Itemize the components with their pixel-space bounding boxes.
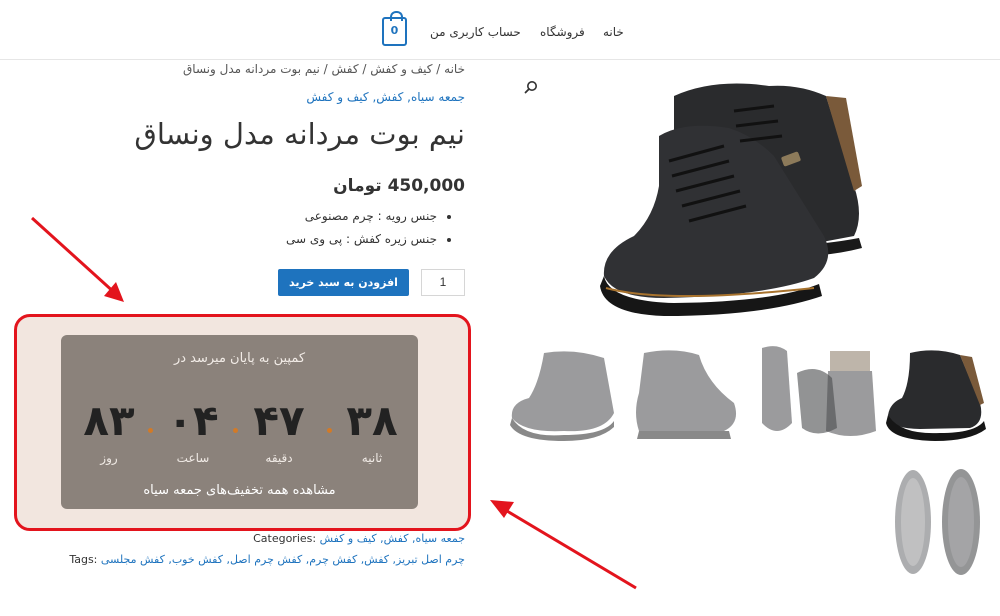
nav-shop[interactable]: فروشگاه	[540, 25, 585, 39]
categories-label: Categories:	[253, 532, 317, 545]
minutes-label: دقیقه	[265, 451, 293, 465]
countdown-days: ۸۳ روز	[71, 396, 147, 466]
add-to-cart-button[interactable]: افزودن به سبد خرید	[278, 269, 409, 296]
minutes-value: ۴۷	[253, 396, 305, 445]
separator-dot	[233, 428, 238, 433]
cart-count: 0	[390, 24, 399, 37]
gallery-thumbnail[interactable]	[504, 343, 618, 441]
tags-links[interactable]: چرم اصل تبریز, کفش, کفش چرم, کفش چرم اصل…	[97, 553, 465, 566]
site-header: خانه فروشگاه حساب کاربری من 0	[0, 0, 1000, 60]
nav-my-account[interactable]: حساب کاربری من	[430, 25, 521, 39]
gallery-thumbnail[interactable]	[629, 343, 743, 441]
category-links[interactable]: جمعه سیاه, کفش, کیف و کفش	[306, 90, 465, 104]
separator-dot	[327, 428, 332, 433]
cart-icon[interactable]: 0	[382, 11, 407, 46]
hours-label: ساعت	[176, 451, 210, 465]
product-price: 450,000 تومان	[333, 176, 465, 196]
days-label: روز	[100, 451, 118, 465]
product-title: نیم بوت مردانه مدل ونساق	[134, 117, 465, 151]
categories-links[interactable]: جمعه سیاه, کفش, کیف و کفش	[316, 532, 465, 545]
annotation-arrow	[30, 216, 124, 302]
nav-home[interactable]: خانه	[603, 25, 624, 39]
product-attributes: جنس رویه : چرم مصنوعی جنس زیره کفش : پی …	[286, 209, 465, 255]
countdown-hours: ۰۴ ساعت	[155, 396, 231, 466]
seconds-value: ۳۸	[346, 396, 398, 445]
quantity-input[interactable]: 1	[421, 269, 465, 296]
view-all-discounts-link[interactable]: مشاهده همه تخفیف‌های جمعه سیاه	[61, 483, 418, 498]
attribute-item: جنس زیره کفش : پی وی سی	[286, 232, 437, 246]
seconds-label: ثانیه	[361, 451, 383, 465]
separator-dot	[148, 428, 153, 433]
hours-value: ۰۴	[167, 396, 219, 445]
countdown-minutes: ۴۷ دقیقه	[241, 396, 317, 466]
countdown-timer: کمپین به پایان میرسد در ۸۳ روز ۰۴ ساعت ۴…	[61, 335, 418, 509]
days-value: ۸۳	[83, 396, 135, 445]
tags-label: Tags:	[69, 553, 98, 566]
annotation-arrow	[490, 500, 637, 590]
attribute-item: جنس رویه : چرم مصنوعی	[286, 209, 437, 223]
product-tags: Tags: چرم اصل تبریز, کفش, کفش چرم, کفش چ…	[69, 553, 465, 566]
search-icon[interactable]	[524, 80, 538, 94]
countdown-seconds: ۳۸ ثانیه	[334, 396, 410, 466]
product-main-image[interactable]	[564, 66, 879, 324]
gallery-thumbnail[interactable]	[881, 464, 993, 580]
breadcrumb[interactable]: خانه / کیف و کفش / کفش / نیم بوت مردانه …	[183, 62, 465, 76]
countdown-title: کمپین به پایان میرسد در	[173, 351, 306, 366]
product-categories: Categories: جمعه سیاه, کفش, کیف و کفش	[253, 532, 465, 545]
gallery-thumbnail-active[interactable]	[880, 343, 994, 441]
